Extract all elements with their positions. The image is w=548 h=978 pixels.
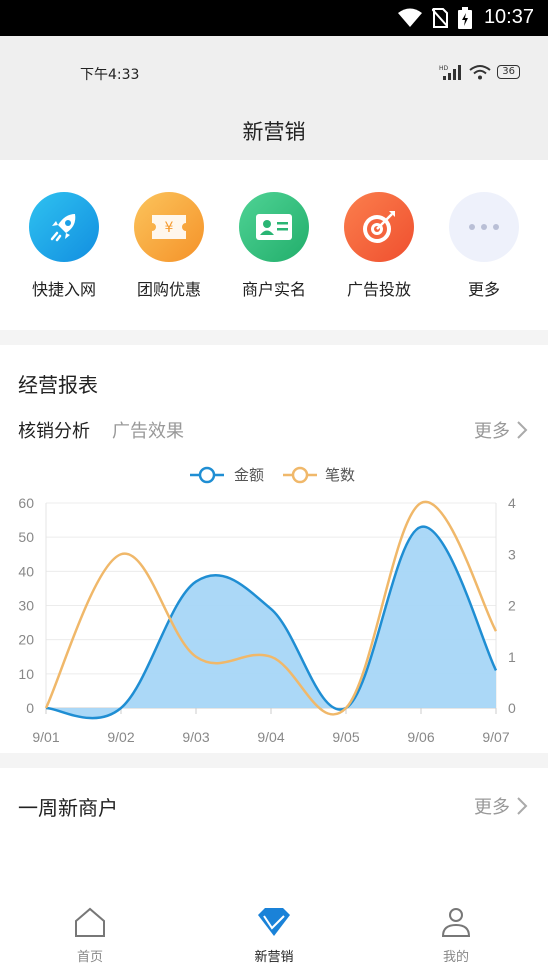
wifi-icon [398, 8, 422, 27]
system-status-bar: 10:37 [0, 0, 548, 36]
x-tick-label: 9/03 [182, 729, 209, 745]
page-title: 新营销 [242, 120, 306, 144]
marketing-diamond-icon [258, 908, 290, 936]
y-left-tick-label: 20 [18, 632, 34, 648]
rocket-icon [29, 192, 99, 262]
report-card: 经营报表 核销分析 广告效果 更多 0 10 20 30 40 50 60 0 1 2 3 4 9/01… [0, 345, 548, 753]
weekly-heading: 一周新商户 [18, 796, 118, 820]
weekly-card: 一周新商户 更多 [0, 768, 548, 888]
y-right-tick-label: 4 [508, 495, 516, 511]
coupon-icon: ¥ [134, 192, 204, 262]
wifi-small-icon [469, 65, 491, 80]
quick-item-network[interactable]: 快捷入网 [14, 192, 114, 300]
svg-text:HD: HD [439, 65, 449, 72]
bottom-tab-bar: 首页 新营销 我的 [0, 888, 548, 978]
app-status-icons: HD 36 [439, 64, 520, 80]
y-left-tick-label: 50 [18, 529, 34, 545]
more-label: 更多 [474, 797, 510, 818]
y-left-tick-label: 10 [18, 666, 34, 682]
quick-item-verify[interactable]: 商户实名 [224, 192, 324, 300]
more-label: 更多 [474, 421, 510, 442]
legend-amount-marker [198, 466, 216, 484]
target-icon [344, 192, 414, 262]
x-tick-label: 9/01 [32, 729, 59, 745]
legend-amount-label: 金额 [234, 466, 264, 484]
quick-item-label: 商户实名 [241, 280, 306, 299]
y-right-tick-label: 2 [508, 598, 516, 614]
x-tick-label: 9/07 [482, 729, 509, 745]
y-left-tick-label: 0 [26, 700, 34, 716]
report-tabs: 核销分析 广告效果 [18, 417, 184, 443]
y-right-tick-label: 1 [508, 649, 516, 665]
legend-count-marker [291, 466, 309, 484]
report-chart: 0 10 20 30 40 50 60 0 1 2 3 4 9/01 9/02 9/03 9/04 9/05 9/… [18, 466, 516, 745]
report-more-link[interactable]: 更多 [474, 417, 528, 443]
y-right-tick-label: 0 [508, 700, 516, 716]
tab-label: 新营销 [254, 950, 294, 965]
tab-label: 首页 [76, 950, 103, 965]
app-status-time: 下午4:33 [80, 67, 140, 83]
more-dots-icon [449, 192, 519, 262]
report-heading: 经营报表 [18, 373, 98, 397]
battery-level: 36 [497, 65, 520, 79]
quick-item-ads[interactable]: 广告投放 [329, 192, 429, 300]
y-left-tick-label: 40 [18, 563, 34, 579]
x-tick-label: 9/06 [407, 729, 434, 745]
y-left-tick-label: 30 [18, 598, 34, 614]
tab-marketing[interactable]: 新营销 [234, 906, 314, 965]
user-icon [441, 908, 471, 937]
series-amount-area [46, 526, 496, 719]
nav-bar: 新营销 [0, 88, 548, 160]
quick-item-label: 广告投放 [346, 280, 411, 299]
quick-actions: 快捷入网 ¥ 团购优惠 商户实名 广告投放 更多 [0, 160, 548, 330]
app-status-bar: 下午4:33 HD 36 [0, 36, 548, 88]
quick-item-label: 更多 [467, 280, 500, 299]
tab-ad-effect[interactable]: 广告效果 [112, 417, 184, 443]
legend-count-label: 笔数 [325, 466, 355, 484]
weekly-more-link[interactable]: 更多 [474, 793, 528, 819]
quick-item-more[interactable]: 更多 [434, 192, 534, 300]
x-tick-label: 9/05 [332, 729, 359, 745]
tab-redemption[interactable]: 核销分析 [18, 417, 90, 443]
tab-profile[interactable]: 我的 [416, 906, 496, 965]
system-time: 10:37 [483, 6, 534, 28]
id-card-icon [239, 192, 309, 262]
x-tick-label: 9/02 [107, 729, 134, 745]
tab-home[interactable]: 首页 [50, 906, 130, 965]
x-tick-label: 9/04 [257, 729, 284, 745]
no-sim-icon [432, 8, 448, 28]
chevron-right-icon [517, 421, 528, 439]
signal-icon: HD [439, 65, 462, 80]
tab-label: 我的 [442, 950, 469, 965]
system-icons [398, 7, 472, 29]
chevron-right-icon [517, 797, 528, 815]
home-icon [75, 907, 105, 937]
battery-charging-icon [458, 7, 472, 29]
svg-text:¥: ¥ [165, 220, 174, 236]
y-right-tick-label: 3 [508, 546, 516, 562]
quick-item-label: 快捷入网 [31, 280, 96, 299]
quick-item-group-buy[interactable]: ¥ 团购优惠 [119, 192, 219, 300]
y-left-tick-label: 60 [18, 495, 34, 511]
quick-item-label: 团购优惠 [136, 280, 201, 299]
